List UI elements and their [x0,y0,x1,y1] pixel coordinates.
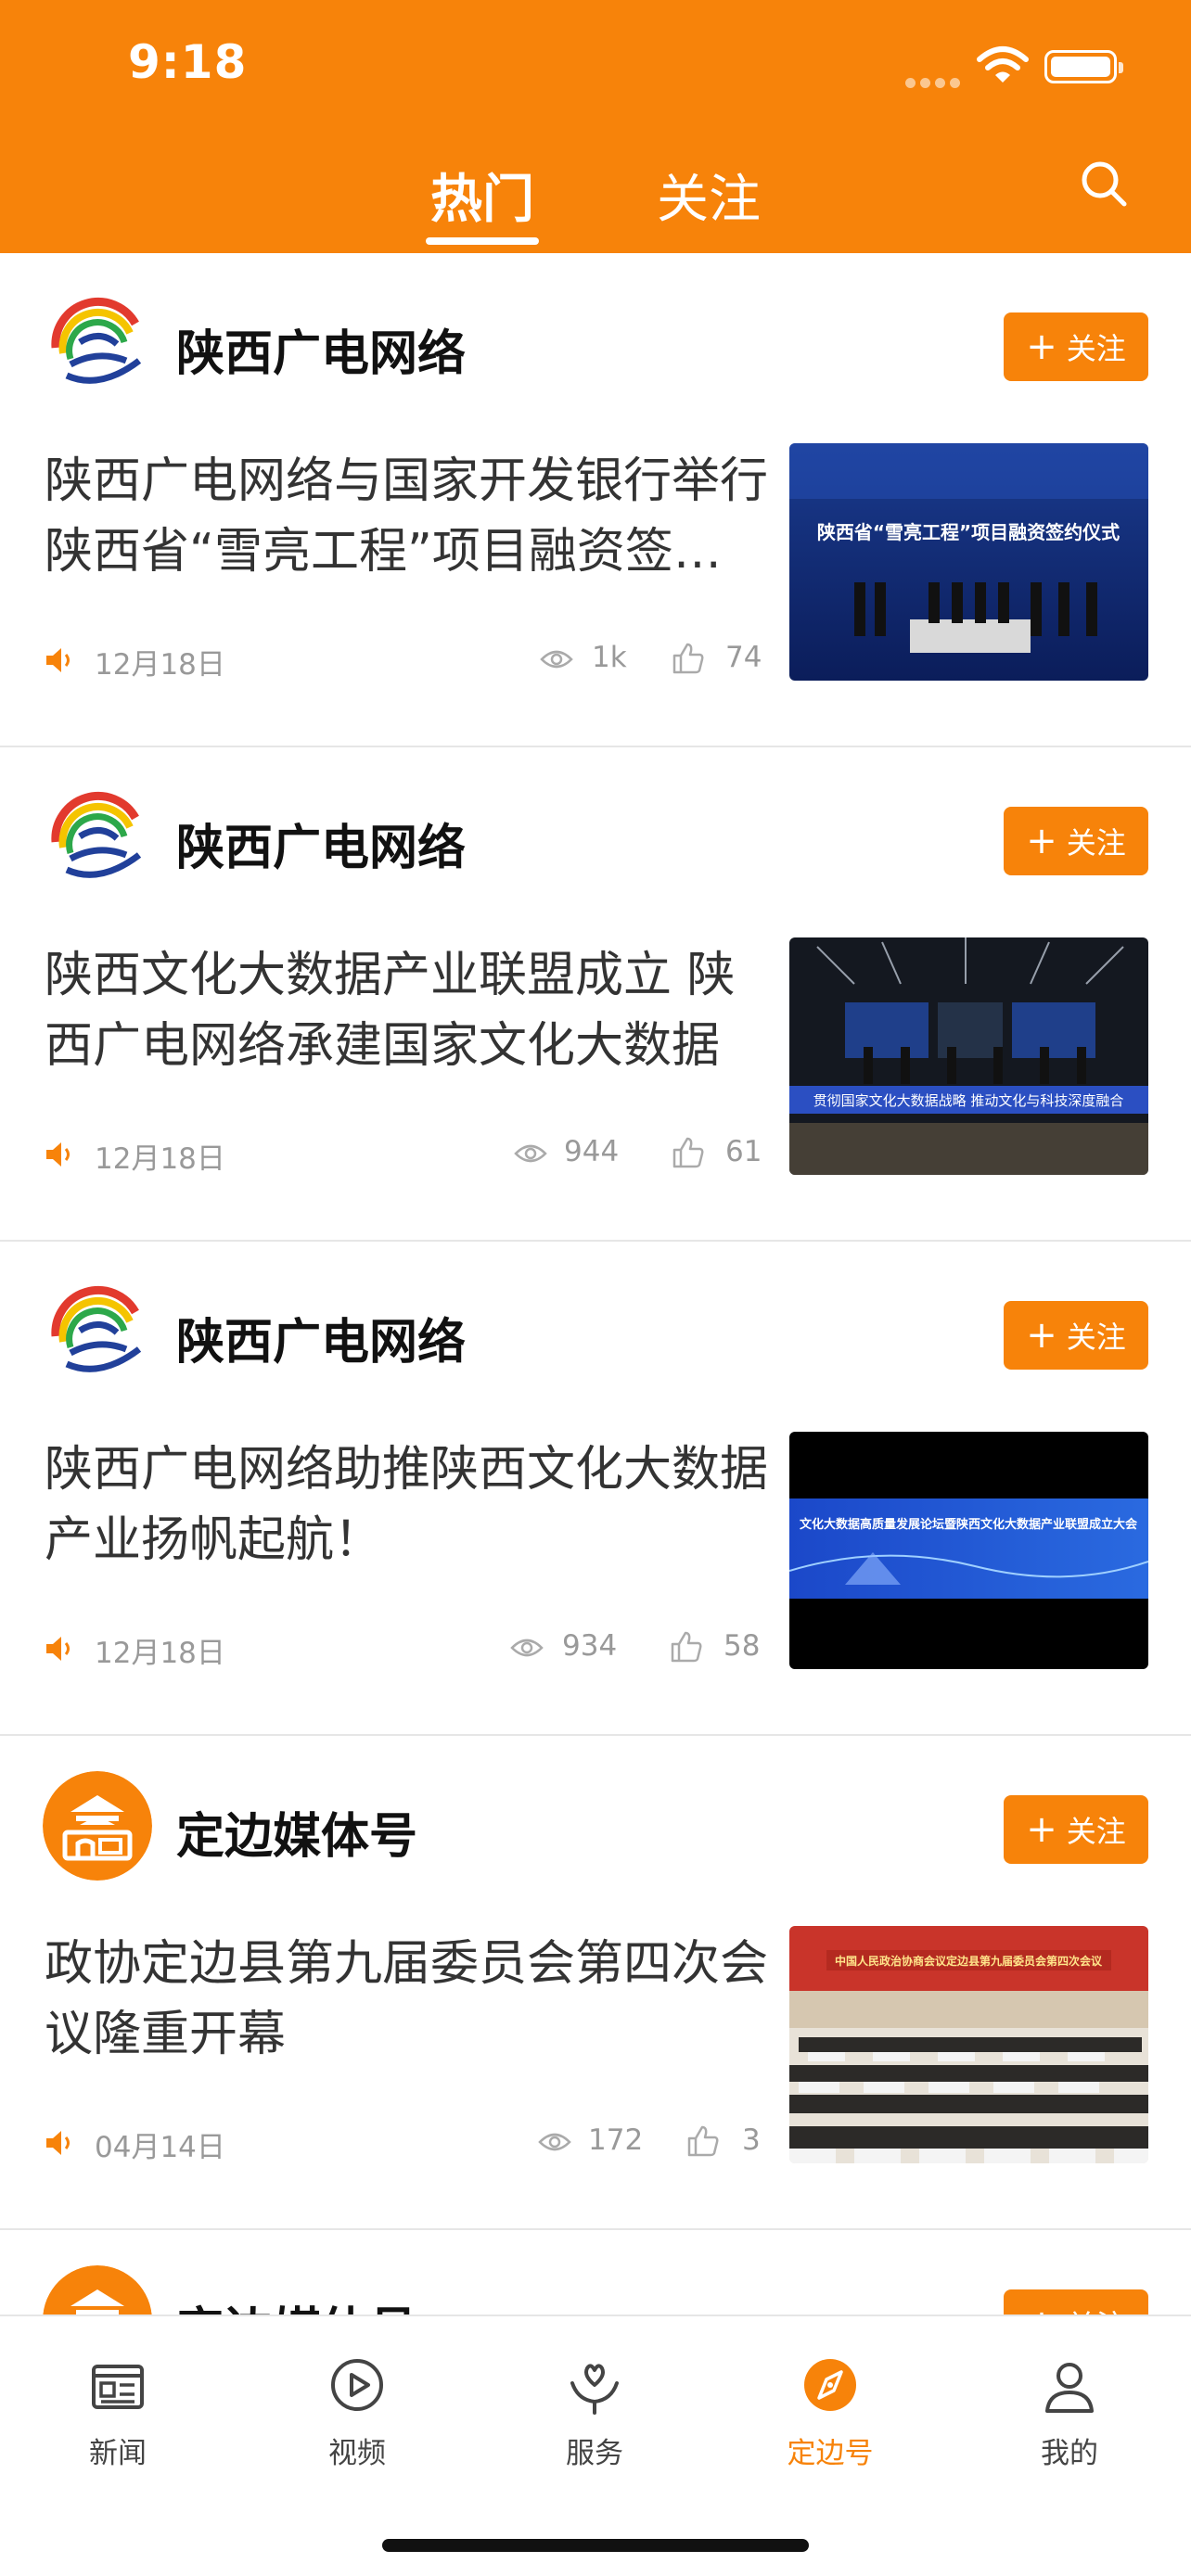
signal-icon [905,74,965,92]
tab-profile[interactable]: 我的 [995,2357,1144,2471]
source-logo[interactable] [43,783,152,892]
feed-card: 陕西广电网络 + 关注 陕西文化大数据产业联盟成立 陕西广电网络承建国家文化大数据… [0,747,1191,1242]
app-header: 9:18 热门 关注 [0,0,1191,253]
thumbs-up-icon[interactable] [686,2125,720,2157]
audio-icon[interactable] [45,2129,76,2157]
eye-icon [514,1144,547,1163]
tab-label: 服务 [566,2437,623,2470]
thumb-caption: 文化大数据高质量发展论坛暨陕西文化大数据产业联盟成立大会 [800,1517,1138,1532]
follow-label: 关注 [1066,331,1126,366]
source-name[interactable]: 陕西广电网络 [176,809,466,878]
article-thumbnail[interactable]: 贯彻国家文化大数据战略 推动文化与科技深度融合 [789,937,1148,1175]
source-logo[interactable] [43,288,152,398]
article-title[interactable]: 陕西广电网络与国家开发银行举行陕西省“雪亮工程”项目融资签约仪式 [45,446,768,587]
news-feed: 陕西广电网络 + 关注 陕西广电网络与国家开发银行举行陕西省“雪亮工程”项目融资签… [0,253,1191,2416]
thumb-caption: 陕西省“雪亮工程”项目融资签约仪式 [817,521,1120,543]
tab-label: 新闻 [89,2437,147,2470]
article-title[interactable]: 政协定边县第九届委员会第四次会议隆重开幕 [45,1929,768,2070]
tab-label: 视频 [328,2437,386,2470]
bottom-tab-bar: 新闻 视频 服务 定边号 我的 [0,2315,1191,2576]
video-icon [331,2359,383,2411]
follow-button[interactable]: +关注 [1004,807,1148,875]
follow-label: 关注 [1066,825,1126,861]
follow-button[interactable]: + 关注 [1004,1301,1148,1370]
battery-icon [1044,50,1123,83]
publish-date: 12月18日 [95,1142,225,1176]
source-name[interactable]: 陕西广电网络 [176,1303,466,1372]
compass-icon [804,2359,856,2411]
article-title[interactable]: 陕西文化大数据产业联盟成立 陕西广电网络承建国家文化大数据 [45,940,768,1081]
thumbs-up-icon[interactable] [672,643,705,674]
publish-date: 04月14日 [95,2131,225,2164]
source-name[interactable]: 定边媒体号 [176,1797,417,1867]
source-name[interactable]: 陕西广电网络 [176,314,466,384]
tab-dingbian[interactable]: 定边号 [756,2357,904,2471]
article-title[interactable]: 陕西广电网络助推陕西文化大数据产业扬帆起航！ [45,1435,768,1575]
feed-card: 陕西广电网络 + 关注 陕西广电网络助推陕西文化大数据产业扬帆起航！ 文化大数据高… [0,1242,1191,1736]
view-count: 944 [564,1135,620,1168]
view-count: 172 [588,2123,644,2157]
audio-icon[interactable] [45,646,76,674]
tab-video[interactable]: 视频 [283,2357,431,2471]
tab-news[interactable]: 新闻 [44,2357,192,2471]
wifi-icon [977,46,1029,83]
feed-card: 定边媒体号 + 关注 政协定边县第九届委员会第四次会议隆重开幕 中国人民政治协商会… [0,1736,1191,2230]
search-icon[interactable] [1076,156,1132,211]
tab-label: 我的 [1041,2437,1098,2470]
plus-icon: + [1026,325,1057,368]
article-thumbnail[interactable]: 中国人民政治协商会议定边县第九届委员会第四次会议 [789,1926,1148,2163]
source-logo[interactable] [43,1771,152,1881]
thumbs-up-icon[interactable] [672,1137,705,1168]
tab-service[interactable]: 服务 [520,2357,669,2471]
tab-hot[interactable]: 热门 [430,158,534,233]
eye-icon [510,1639,544,1657]
plus-icon: + [1026,1314,1057,1357]
like-count: 61 [725,1135,762,1168]
follow-label: 关注 [1066,1814,1126,1849]
tab-active-indicator [426,237,539,245]
home-indicator[interactable] [382,2539,809,2552]
service-icon [570,2364,619,2415]
audio-icon[interactable] [45,1141,76,1168]
plus-icon: + [1026,1808,1057,1851]
feed-card: 陕西广电网络 + 关注 陕西广电网络与国家开发银行举行陕西省“雪亮工程”项目融资签… [0,253,1191,747]
view-count: 1k [592,641,627,674]
article-thumbnail[interactable]: 文化大数据高质量发展论坛暨陕西文化大数据产业联盟成立大会 [789,1432,1148,1669]
eye-icon [540,650,573,669]
follow-button[interactable]: + 关注 [1004,1795,1148,1864]
thumb-caption: 贯彻国家文化大数据战略 推动文化与科技深度融合 [813,1092,1124,1109]
status-time: 9:18 [128,35,248,89]
tab-follow[interactable]: 关注 [657,158,761,233]
publish-date: 12月18日 [95,648,225,682]
thumbs-up-icon[interactable] [670,1631,703,1663]
like-count: 3 [742,2123,761,2157]
follow-label: 关注 [1066,1320,1126,1355]
user-icon [1045,2363,1094,2413]
audio-icon[interactable] [45,1635,76,1663]
like-count: 74 [725,641,762,674]
source-logo[interactable] [43,1277,152,1386]
eye-icon [538,2133,571,2151]
plus-icon: + [1026,820,1057,862]
like-count: 58 [724,1629,761,1663]
article-thumbnail[interactable]: 陕西省“雪亮工程”项目融资签约仪式 [789,443,1148,681]
tab-label: 定边号 [787,2437,874,2470]
news-icon [92,2365,144,2409]
view-count: 934 [562,1629,618,1663]
thumb-caption: 中国人民政治协商会议定边县第九届委员会第四次会议 [835,1954,1103,1968]
publish-date: 12月18日 [95,1637,225,1670]
follow-button[interactable]: + 关注 [1004,312,1148,381]
